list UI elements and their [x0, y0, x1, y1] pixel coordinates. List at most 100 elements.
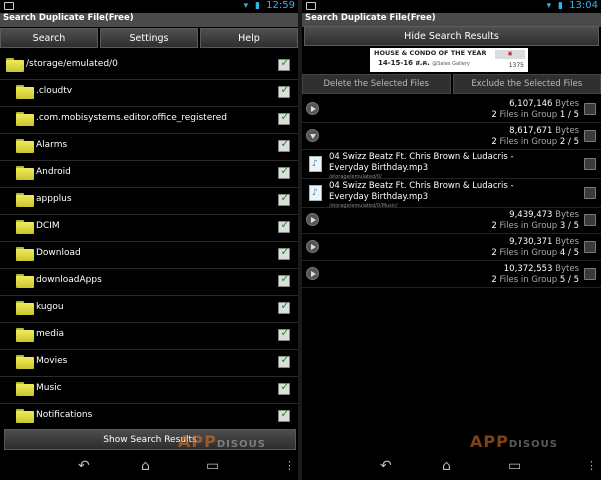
- group-checkbox[interactable]: [584, 214, 596, 226]
- expand-icon[interactable]: [306, 102, 319, 115]
- group-checkbox[interactable]: [584, 241, 596, 253]
- file-checkbox[interactable]: [584, 187, 596, 199]
- folder-row[interactable]: Music ✓: [0, 376, 298, 404]
- right-screen: ▾ ▮ 13:04 Search Duplicate File(Free) Hi…: [302, 0, 601, 480]
- folder-name: Music: [36, 383, 62, 393]
- expand-icon[interactable]: [306, 213, 319, 226]
- folder-checkbox[interactable]: ✓: [278, 164, 290, 179]
- folder-checkbox[interactable]: ✓: [278, 272, 290, 287]
- tab-help[interactable]: Help: [200, 28, 298, 48]
- folder-checkbox[interactable]: ✓: [278, 110, 290, 125]
- check-icon: ✓: [280, 191, 290, 204]
- group-info: 2 Files in Group 3 / 5: [491, 221, 579, 231]
- folder-icon: [6, 58, 24, 72]
- duplicate-group-row[interactable]: 8,617,671 Bytes 2 Files in Group 2 / 5: [302, 123, 601, 150]
- check-icon: ✓: [280, 164, 290, 177]
- home-icon[interactable]: ⌂: [442, 459, 451, 473]
- recent-apps-icon[interactable]: ▭: [206, 459, 219, 473]
- duplicate-group-row[interactable]: 6,107,146 Bytes 2 Files in Group 1 / 5: [302, 96, 601, 123]
- expand-icon[interactable]: [306, 267, 319, 280]
- group-size: 9,439,473 Bytes: [509, 210, 579, 220]
- folder-icon: [16, 220, 34, 234]
- folder-name: Movies: [36, 356, 68, 366]
- status-time: 12:59: [266, 0, 295, 11]
- exclude-selected-button[interactable]: Exclude the Selected Files: [452, 74, 601, 94]
- left-screen: ▾ ▮ 12:59 Search Duplicate File(Free) Se…: [0, 0, 298, 480]
- tab-settings[interactable]: Settings: [100, 28, 198, 48]
- folder-checkbox[interactable]: ✓: [278, 84, 290, 98]
- check-icon: ✓: [280, 110, 290, 123]
- folder-icon: [16, 409, 34, 423]
- expand-icon[interactable]: [306, 240, 319, 253]
- group-checkbox[interactable]: [584, 103, 596, 115]
- music-file-icon: ♪: [309, 156, 322, 172]
- folder-icon: [16, 139, 34, 153]
- home-icon[interactable]: ⌂: [141, 459, 150, 473]
- folder-row[interactable]: DCIM ✓: [0, 214, 298, 242]
- folder-row[interactable]: appplus ✓: [0, 187, 298, 215]
- file-name: 04 Swizz Beatz Ft. Chris Brown & Ludacri…: [329, 152, 514, 173]
- hide-search-results-button[interactable]: Hide Search Results: [304, 26, 599, 46]
- tab-search[interactable]: Search: [0, 28, 98, 48]
- folder-name: DCIM: [36, 221, 60, 231]
- folder-name: appplus: [36, 194, 72, 204]
- check-icon: ✓: [280, 245, 290, 258]
- folder-icon: [16, 112, 34, 126]
- duplicate-group-row[interactable]: 9,439,473 Bytes 2 Files in Group 3 / 5: [302, 207, 601, 234]
- check-icon: ✓: [280, 407, 290, 420]
- folder-checkbox[interactable]: ✓: [278, 381, 290, 395]
- folder-row[interactable]: Notifications ✓: [0, 403, 298, 426]
- duplicate-file-row[interactable]: ♪ 04 Swizz Beatz Ft. Chris Brown & Ludac…: [302, 179, 601, 209]
- folder-row-root[interactable]: /storage/emulated/0 ✓: [0, 52, 298, 80]
- folder-checkbox[interactable]: ✓: [278, 245, 290, 260]
- folder-row[interactable]: .cloudtv ✓: [0, 79, 298, 107]
- folder-checkbox[interactable]: ✓: [278, 299, 290, 314]
- ad-logo-icon: ▣: [495, 50, 525, 59]
- main-tabs: Search Settings Help: [0, 28, 298, 48]
- duplicate-group-row[interactable]: 10,372,553 Bytes 2 Files in Group 5 / 5: [302, 261, 601, 288]
- folder-checkbox[interactable]: ✓: [278, 407, 290, 422]
- folder-checkbox[interactable]: ✓: [278, 327, 290, 341]
- group-checkbox[interactable]: [584, 130, 596, 142]
- recent-apps-icon[interactable]: ▭: [508, 459, 521, 473]
- folder-checkbox[interactable]: ✓: [278, 219, 290, 233]
- file-name: 04 Swizz Beatz Ft. Chris Brown & Ludacri…: [329, 181, 514, 202]
- group-checkbox[interactable]: [584, 268, 596, 280]
- file-checkbox[interactable]: [584, 158, 596, 170]
- back-icon[interactable]: ↶: [380, 459, 392, 473]
- collapse-icon[interactable]: [306, 129, 319, 142]
- folder-row[interactable]: Movies ✓: [0, 349, 298, 377]
- check-icon: ✓: [280, 137, 290, 150]
- folder-name: .com.mobisystems.editor.office_registere…: [36, 113, 227, 123]
- folder-row[interactable]: media ✓: [0, 322, 298, 350]
- folder-row[interactable]: Alarms ✓: [0, 133, 298, 161]
- folder-checkbox[interactable]: ✓: [278, 191, 290, 206]
- folder-row[interactable]: kugou ✓: [0, 295, 298, 323]
- folder-checkbox[interactable]: ✓: [278, 137, 290, 152]
- overflow-menu-icon[interactable]: ⋮: [284, 459, 295, 473]
- duplicate-group-row[interactable]: 9,730,371 Bytes 2 Files in Group 4 / 5: [302, 234, 601, 261]
- check-icon: ✓: [280, 272, 290, 285]
- app-watermark: APPDISOUS: [470, 432, 558, 451]
- folder-row[interactable]: .com.mobisystems.editor.office_registere…: [0, 106, 298, 134]
- folder-icon: [16, 301, 34, 315]
- folder-icon: [16, 166, 34, 180]
- wifi-battery-icons: ▾ ▮: [243, 1, 262, 11]
- check-icon: ✓: [280, 56, 290, 69]
- duplicate-file-row[interactable]: ♪ 04 Swizz Beatz Ft. Chris Brown & Ludac…: [302, 150, 601, 180]
- overflow-menu-icon[interactable]: ⋮: [586, 459, 597, 473]
- delete-selected-button[interactable]: Delete the Selected Files: [302, 74, 451, 94]
- folder-row[interactable]: Download ✓: [0, 241, 298, 269]
- folder-checkbox[interactable]: ✓: [278, 354, 290, 368]
- back-icon[interactable]: ↶: [78, 459, 90, 473]
- check-icon: ✓: [280, 299, 290, 312]
- folder-name: Android: [36, 167, 71, 177]
- group-size: 10,372,553 Bytes: [503, 264, 579, 274]
- folder-checkbox[interactable]: ✓: [278, 56, 290, 71]
- ad-banner[interactable]: HOUSE & CONDO OF THE YEAR 14-15-16 ส.ค. …: [370, 48, 528, 72]
- folder-row[interactable]: downloadApps ✓: [0, 268, 298, 296]
- notification-icon: [306, 2, 316, 10]
- folder-row[interactable]: Android ✓: [0, 160, 298, 188]
- folder-name: /storage/emulated/0: [26, 59, 118, 69]
- music-file-icon: ♪: [309, 185, 322, 201]
